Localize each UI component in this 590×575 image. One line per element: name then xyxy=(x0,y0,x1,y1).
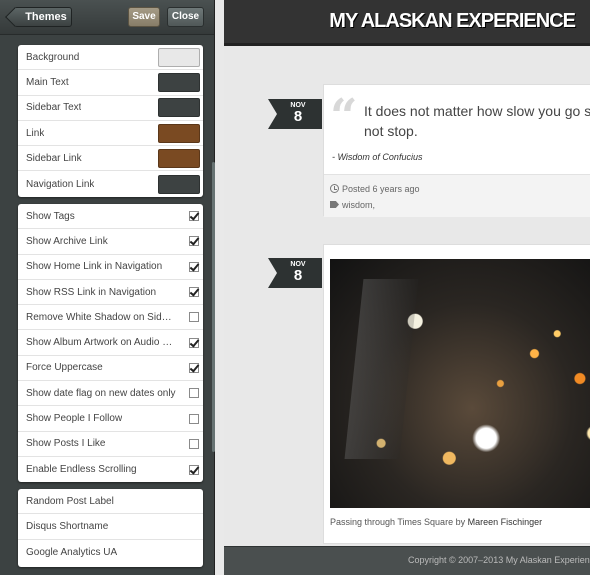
option-checkbox[interactable] xyxy=(189,337,199,348)
option-checkbox[interactable] xyxy=(189,211,199,222)
option-checkbox[interactable] xyxy=(189,413,199,424)
date-flag: NOV 8 xyxy=(268,99,322,129)
option-settings-panel: Show Tags Show Archive Link Show Home Link… xyxy=(18,204,203,482)
option-label: Enable Endless Scrolling xyxy=(26,464,137,476)
post-meta: Posted 6 years ago wisdom, xyxy=(324,174,590,217)
caption-text: Passing through Times Square by xyxy=(330,517,468,527)
color-setting-row[interactable]: Sidebar Link xyxy=(18,146,203,172)
option-checkbox[interactable] xyxy=(189,287,199,298)
color-swatch[interactable] xyxy=(158,98,200,118)
quote-mark-icon: “ xyxy=(330,89,358,145)
option-label: Show date flag on new dates only xyxy=(26,387,176,399)
color-setting-label: Sidebar Link xyxy=(26,152,82,164)
color-setting-row[interactable]: Link xyxy=(18,121,203,147)
color-settings-panel: Background Main Text Sidebar Text Link Sideb… xyxy=(18,45,203,197)
option-checkbox[interactable] xyxy=(189,464,199,475)
color-setting-row[interactable]: Sidebar Text xyxy=(18,96,203,121)
site-header: MY ALASKAN EXPERIENCE xyxy=(224,0,590,46)
save-button[interactable]: Save xyxy=(128,7,160,27)
post-tag-link[interactable]: wisdom, xyxy=(342,200,375,210)
text-setting-label: Random Post Label xyxy=(26,495,114,507)
color-setting-label: Background xyxy=(26,51,80,63)
color-swatch[interactable] xyxy=(158,123,200,143)
clock-icon xyxy=(330,184,339,193)
option-row[interactable]: Show Album Artwork on Audio Posts xyxy=(18,330,203,356)
photo-post: Passing through Times Square by Mareen F… xyxy=(323,244,590,544)
tag-icon xyxy=(330,201,339,208)
post-date-link[interactable]: Posted 6 years ago xyxy=(342,184,420,194)
text-setting-row[interactable]: Google Analytics UA xyxy=(18,540,203,565)
option-label: Force Uppercase xyxy=(26,362,103,374)
text-setting-row[interactable]: Disqus Shortname xyxy=(18,514,203,540)
option-checkbox[interactable] xyxy=(189,236,199,247)
option-label: Show Posts I Like xyxy=(26,438,106,450)
color-swatch[interactable] xyxy=(158,174,200,194)
option-checkbox[interactable] xyxy=(189,261,199,272)
date-day: 8 xyxy=(293,267,303,284)
option-row[interactable]: Show Tags xyxy=(18,204,203,230)
option-checkbox[interactable] xyxy=(189,388,199,399)
option-checkbox[interactable] xyxy=(189,438,199,449)
option-row[interactable]: Show Archive Link xyxy=(18,229,203,255)
color-swatch[interactable] xyxy=(158,72,200,92)
option-label: Show Tags xyxy=(26,210,75,222)
color-setting-label: Link xyxy=(26,127,45,139)
option-row[interactable]: Show People I Follow xyxy=(18,406,203,432)
color-setting-row[interactable]: Navigation Link xyxy=(18,171,203,196)
color-setting-row[interactable]: Background xyxy=(18,45,203,71)
option-row[interactable]: Show date flag on new dates only xyxy=(18,381,203,407)
color-swatch[interactable] xyxy=(158,47,200,67)
quote-source: - Wisdom of Confucius xyxy=(332,152,423,162)
times-square-photo[interactable] xyxy=(330,259,590,508)
color-swatch[interactable] xyxy=(158,148,200,168)
date-day: 8 xyxy=(293,108,303,125)
option-row[interactable]: Remove White Shadow on Sidebar xyxy=(18,305,203,331)
option-row[interactable]: Force Uppercase xyxy=(18,356,203,382)
option-checkbox[interactable] xyxy=(189,312,199,323)
text-settings-panel: Random Post Label Disqus Shortname Google … xyxy=(18,489,203,567)
option-row[interactable]: Show RSS Link in Navigation xyxy=(18,280,203,306)
quote-line: not stop. xyxy=(364,123,418,139)
option-label: Show RSS Link in Navigation xyxy=(26,286,157,298)
customize-toolbar: Themes Save Close xyxy=(0,0,214,35)
option-checkbox[interactable] xyxy=(189,362,199,373)
option-label: Show Home Link in Navigation xyxy=(26,261,163,273)
option-label: Show People I Follow xyxy=(26,413,123,425)
color-setting-label: Navigation Link xyxy=(26,178,95,190)
theme-preview: MY ALASKAN EXPERIENCE NOV 8 “ It does no… xyxy=(224,0,590,575)
date-flag: NOV 8 xyxy=(268,258,322,288)
option-label: Remove White Shadow on Sidebar xyxy=(26,311,176,323)
color-setting-label: Main Text xyxy=(26,76,69,88)
option-label: Show Album Artwork on Audio Posts xyxy=(26,337,176,349)
color-setting-label: Sidebar Text xyxy=(26,102,82,114)
sidebar-scrollbar[interactable] xyxy=(212,162,215,452)
caption-author-link[interactable]: Mareen Fischinger xyxy=(468,517,543,527)
text-setting-label: Disqus Shortname xyxy=(26,520,109,532)
photo-caption: Passing through Times Square by Mareen F… xyxy=(330,517,542,527)
close-button[interactable]: Close xyxy=(167,7,204,27)
text-setting-row[interactable]: Random Post Label xyxy=(18,489,203,515)
site-footer: Copyright © 2007–2013 My Alaskan Experie… xyxy=(224,546,590,575)
color-setting-row[interactable]: Main Text xyxy=(18,70,203,96)
option-row[interactable]: Show Posts I Like xyxy=(18,432,203,457)
text-setting-label: Google Analytics UA xyxy=(26,546,118,558)
option-row[interactable]: Show Home Link in Navigation xyxy=(18,255,203,280)
quote-post: “ It does not matter how slow you go so … xyxy=(323,84,590,217)
site-title[interactable]: MY ALASKAN EXPERIENCE xyxy=(329,10,576,33)
quote-text: It does not matter how slow you go so no… xyxy=(364,101,590,141)
customize-sidebar: Themes Save Close Background Main Text Sid… xyxy=(0,0,215,575)
quote-line: It does not matter how slow you go so xyxy=(364,103,590,119)
themes-back-button[interactable]: Themes xyxy=(14,7,72,27)
option-row[interactable]: Enable Endless Scrolling xyxy=(18,457,203,482)
option-label: Show Archive Link xyxy=(26,235,108,247)
